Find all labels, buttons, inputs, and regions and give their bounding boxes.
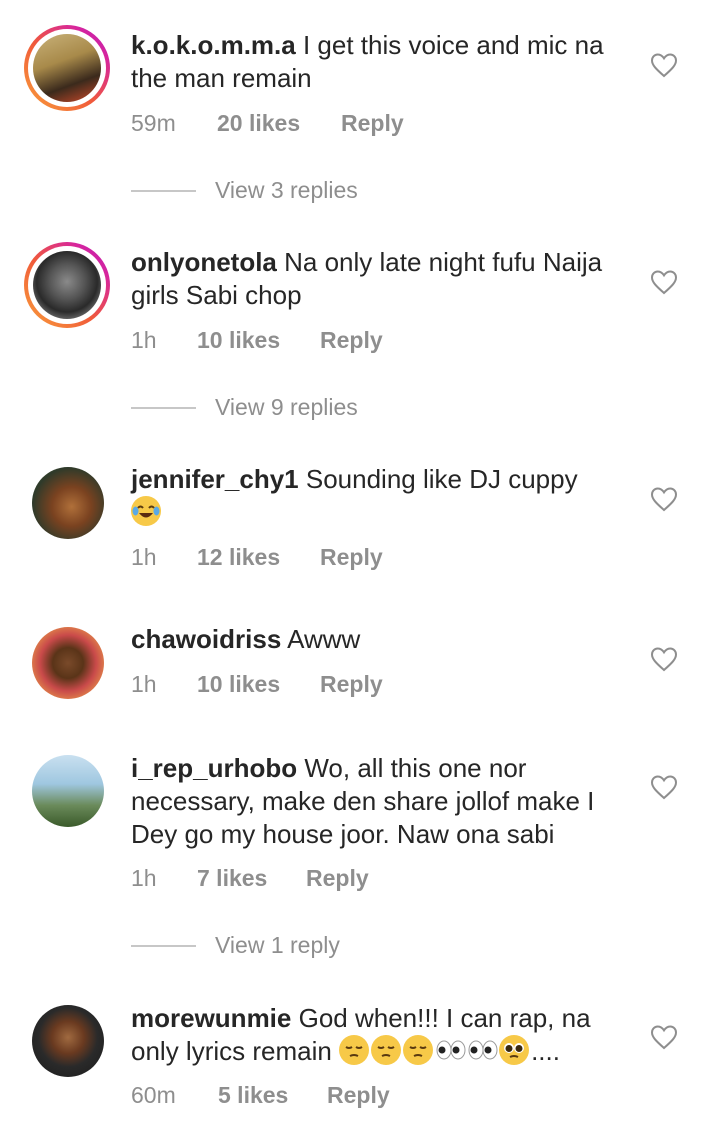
comment-meta: 1h 10 likes Reply — [131, 671, 383, 698]
view-replies-button[interactable]: View 9 replies — [131, 394, 358, 421]
comment-username[interactable]: i_rep_urhobo — [131, 753, 297, 783]
comment-username[interactable]: chawoidriss — [131, 624, 281, 654]
comment-time: 1h — [131, 544, 157, 570]
comment-time: 60m — [131, 1082, 176, 1108]
comment-meta: 1h 10 likes Reply — [131, 327, 383, 354]
pleading-face-icon — [499, 1035, 530, 1065]
comment-meta: 59m 20 likes Reply — [131, 110, 404, 137]
avatar-frame[interactable] — [32, 1005, 104, 1077]
reply-button[interactable]: Reply — [320, 327, 383, 354]
eyes-icon — [467, 1035, 499, 1065]
avatar[interactable] — [33, 34, 101, 102]
comment-likes[interactable]: 20 likes — [217, 110, 341, 137]
comment-text: onlyonetola Na only late night fufu Naij… — [131, 246, 631, 312]
divider-line — [131, 944, 196, 947]
comment-meta: 60m 5 likes Reply — [131, 1082, 390, 1109]
heart-outline-icon[interactable] — [650, 52, 678, 78]
comment-body: Sounding like DJ cuppy — [298, 464, 578, 494]
avatar-frame[interactable] — [32, 467, 104, 539]
comment-time: 1h — [131, 865, 157, 891]
pensive-face-icon — [371, 1035, 402, 1065]
eyes-icon — [435, 1035, 467, 1065]
comment-time: 1h — [131, 327, 157, 353]
pensive-face-icon — [403, 1035, 434, 1065]
comment-meta: 1h 12 likes Reply — [131, 544, 383, 571]
avatar-story-ring[interactable] — [24, 25, 110, 111]
comment-username[interactable]: jennifer_chy1 — [131, 464, 299, 494]
avatar[interactable] — [32, 755, 104, 827]
comment-text: jennifer_chy1 Sounding like DJ cuppy — [131, 463, 631, 529]
comment-likes[interactable]: 5 likes — [218, 1082, 327, 1109]
divider-line — [131, 406, 196, 409]
reply-button[interactable]: Reply — [306, 865, 369, 892]
comment-likes[interactable]: 10 likes — [197, 327, 320, 354]
comment-text: morewunmie God when!!! I can rap, na onl… — [131, 1002, 631, 1068]
comment-likes[interactable]: 7 likes — [197, 865, 306, 892]
heart-outline-icon[interactable] — [650, 269, 678, 295]
view-replies-label: View 3 replies — [215, 177, 358, 203]
avatar[interactable] — [32, 467, 104, 539]
comment-username[interactable]: k.o.k.o.m.m.a — [131, 30, 296, 60]
pensive-face-icon — [339, 1035, 370, 1065]
reply-button[interactable]: Reply — [327, 1082, 390, 1109]
avatar[interactable] — [32, 1005, 104, 1077]
reply-button[interactable]: Reply — [320, 544, 383, 571]
comment-likes[interactable]: 10 likes — [197, 671, 320, 698]
view-replies-button[interactable]: View 1 reply — [131, 932, 340, 959]
comment-meta: 1h 7 likes Reply — [131, 865, 369, 892]
comment-text: chawoidriss Awww — [131, 623, 631, 656]
avatar-frame[interactable] — [32, 755, 104, 827]
reply-button[interactable]: Reply — [341, 110, 404, 137]
view-replies-label: View 9 replies — [215, 394, 358, 420]
heart-outline-icon[interactable] — [650, 1024, 678, 1050]
divider-line — [131, 189, 196, 192]
comment-likes[interactable]: 12 likes — [197, 544, 320, 571]
heart-outline-icon[interactable] — [650, 774, 678, 800]
comment-body: Awww — [281, 624, 361, 654]
comment-text: k.o.k.o.m.m.a I get this voice and mic n… — [131, 29, 631, 95]
reply-button[interactable]: Reply — [320, 671, 383, 698]
comment-time: 59m — [131, 110, 176, 136]
avatar-story-ring[interactable] — [24, 242, 110, 328]
comment-username[interactable]: onlyonetola — [131, 247, 277, 277]
comment-text: i_rep_urhobo Wo, all this one nor necess… — [131, 752, 631, 851]
view-replies-label: View 1 reply — [215, 932, 340, 958]
comment-username[interactable]: morewunmie — [131, 1003, 291, 1033]
comment-time: 1h — [131, 671, 157, 697]
avatar[interactable] — [33, 251, 101, 319]
comment-body-tail: .... — [531, 1036, 560, 1066]
face-with-tears-of-joy-icon — [131, 496, 161, 526]
avatar[interactable] — [32, 627, 104, 699]
heart-outline-icon[interactable] — [650, 646, 678, 672]
heart-outline-icon[interactable] — [650, 486, 678, 512]
avatar-frame[interactable] — [32, 627, 104, 699]
view-replies-button[interactable]: View 3 replies — [131, 177, 358, 204]
